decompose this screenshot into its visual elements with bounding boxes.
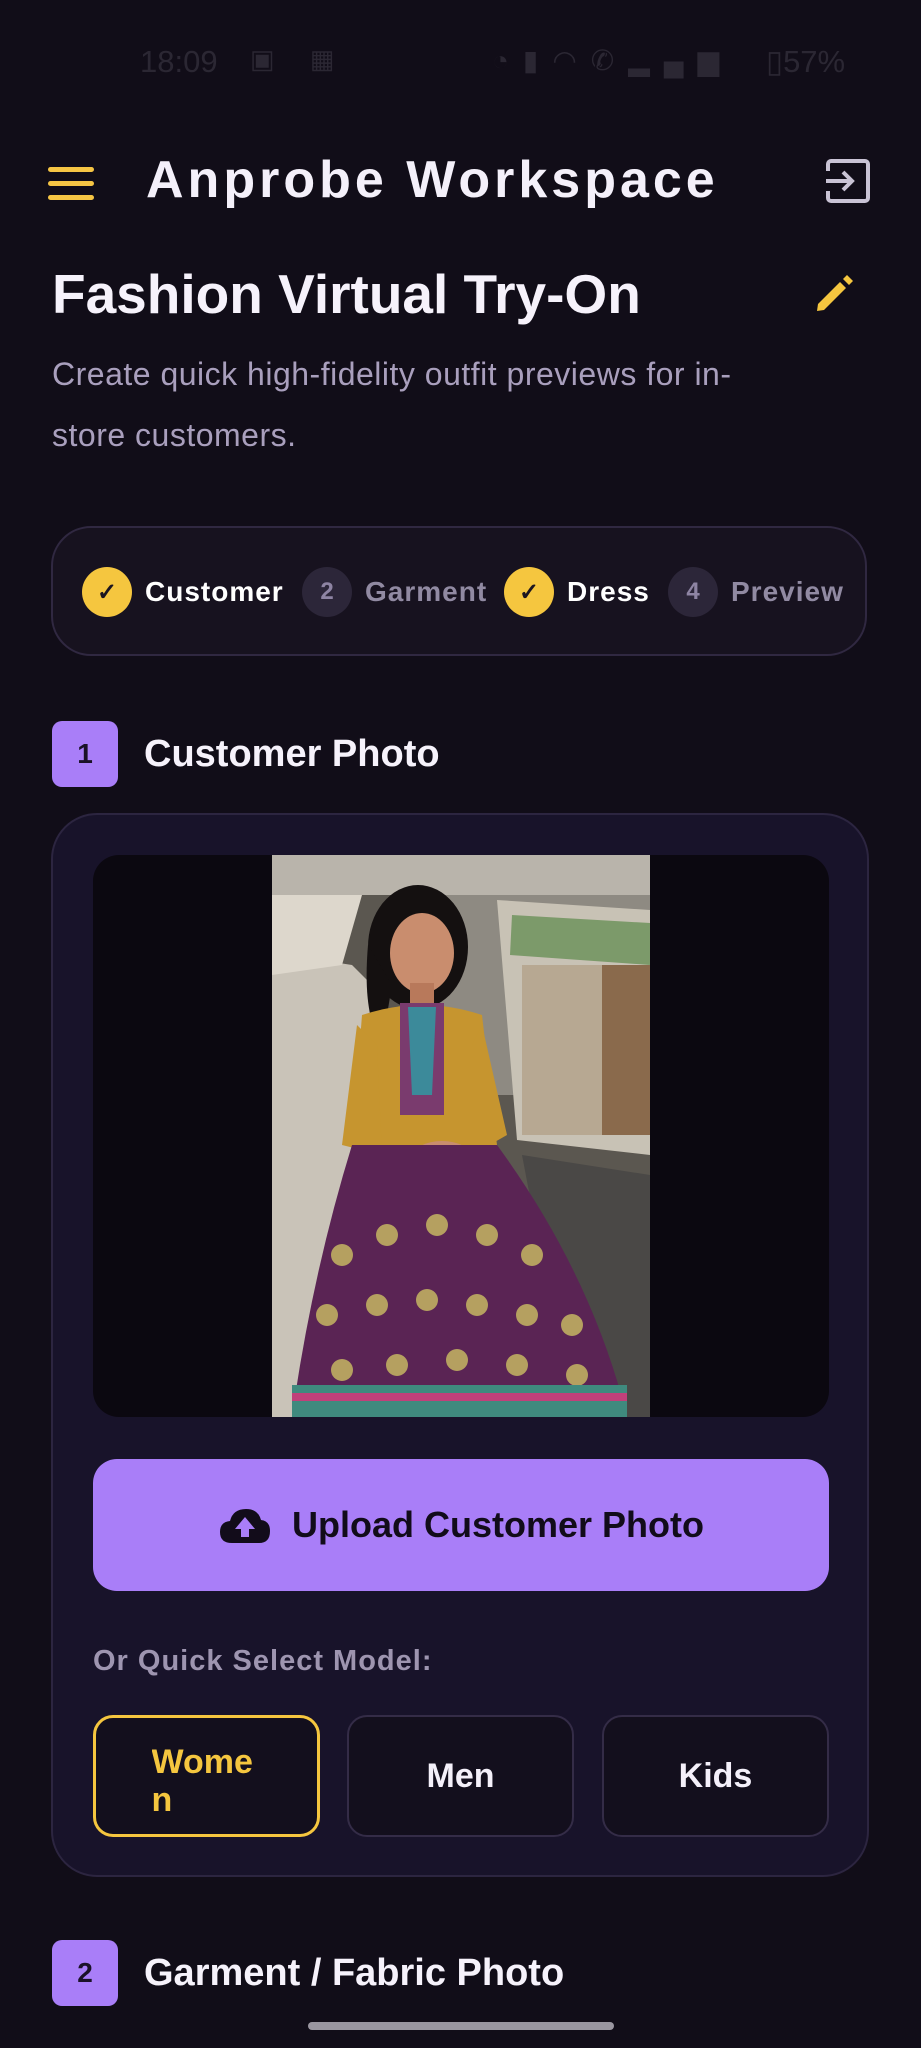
step-preview[interactable]: 4 Preview: [668, 566, 844, 618]
page-subtitle: Create quick high-fidelity outfit previe…: [52, 356, 732, 453]
step-dress[interactable]: ✓ Dress: [504, 566, 650, 618]
model-kids-button[interactable]: Kids: [602, 1715, 829, 1837]
check-icon: ✓: [82, 567, 132, 617]
step-number: 2: [302, 567, 352, 617]
model-button-label: Women: [151, 1743, 253, 1819]
step-garment[interactable]: 2 Garment: [302, 566, 487, 618]
upload-customer-photo-button[interactable]: Upload Customer Photo: [93, 1459, 829, 1591]
signal-icon: ▂▄▆: [628, 45, 734, 76]
model-women-button[interactable]: Women: [93, 1715, 320, 1837]
step-label: Garment: [365, 576, 488, 607]
model-button-label: Kids: [678, 1756, 753, 1795]
status-left-icons: ▣ ▦: [250, 44, 348, 75]
status-time: 18:09: [140, 44, 218, 79]
cloud-upload-icon: [220, 1509, 270, 1543]
status-bar: 18:09 ▣ ▦ ◔▮◠✆▂▄▆ ▯57%: [0, 0, 921, 120]
menu-icon[interactable]: [48, 167, 94, 201]
model-button-label: Men: [426, 1756, 495, 1795]
vibrate-icon: ▮: [522, 45, 553, 76]
battery-icon: ▯: [766, 44, 784, 79]
step-label: Customer: [145, 576, 284, 607]
step-number: 4: [668, 567, 718, 617]
section-header-customer-photo: 1 Customer Photo: [52, 721, 440, 787]
logout-icon[interactable]: [822, 155, 874, 207]
customer-photo-card: Upload Customer Photo Or Quick Select Mo…: [51, 813, 869, 1877]
wifi-icon: ◠: [552, 45, 591, 76]
section-header-garment-photo: 2 Garment / Fabric Photo: [52, 1940, 564, 2006]
customer-photo: [272, 855, 650, 1417]
step-label: Preview: [731, 576, 844, 607]
notification-icon: ▣: [250, 44, 289, 74]
photo-preview-frame: [93, 855, 829, 1417]
progress-stepper: ✓ Customer 2 Garment ✓ Dress 4 Preview: [51, 526, 867, 656]
section-title: Customer Photo: [144, 732, 440, 775]
upload-button-label: Upload Customer Photo: [292, 1504, 704, 1545]
check-icon: ✓: [504, 567, 554, 617]
model-men-button[interactable]: Men: [347, 1715, 574, 1837]
quick-select-label: Or Quick Select Model:: [93, 1645, 433, 1677]
page-title: Fashion Virtual Try-On: [52, 263, 641, 325]
status-right-icons: ◔▮◠✆▂▄▆: [492, 44, 733, 77]
step-customer[interactable]: ✓ Customer: [82, 566, 284, 618]
app-title: Anprobe Workspace: [146, 151, 719, 209]
section-number: 1: [52, 721, 118, 787]
section-number: 2: [52, 1940, 118, 2006]
alarm-icon: ◔: [492, 45, 523, 76]
battery-percent: 57%: [783, 44, 846, 79]
home-indicator[interactable]: [308, 2022, 614, 2030]
wifi-call-icon: ✆: [590, 45, 629, 76]
step-label: Dress: [567, 576, 650, 607]
linkedin-icon: ▦: [309, 44, 349, 74]
app-bar: Anprobe Workspace: [0, 140, 921, 220]
battery-indicator: ▯57%: [766, 44, 845, 80]
section-title: Garment / Fabric Photo: [144, 1951, 565, 1994]
pencil-icon[interactable]: [812, 272, 856, 316]
